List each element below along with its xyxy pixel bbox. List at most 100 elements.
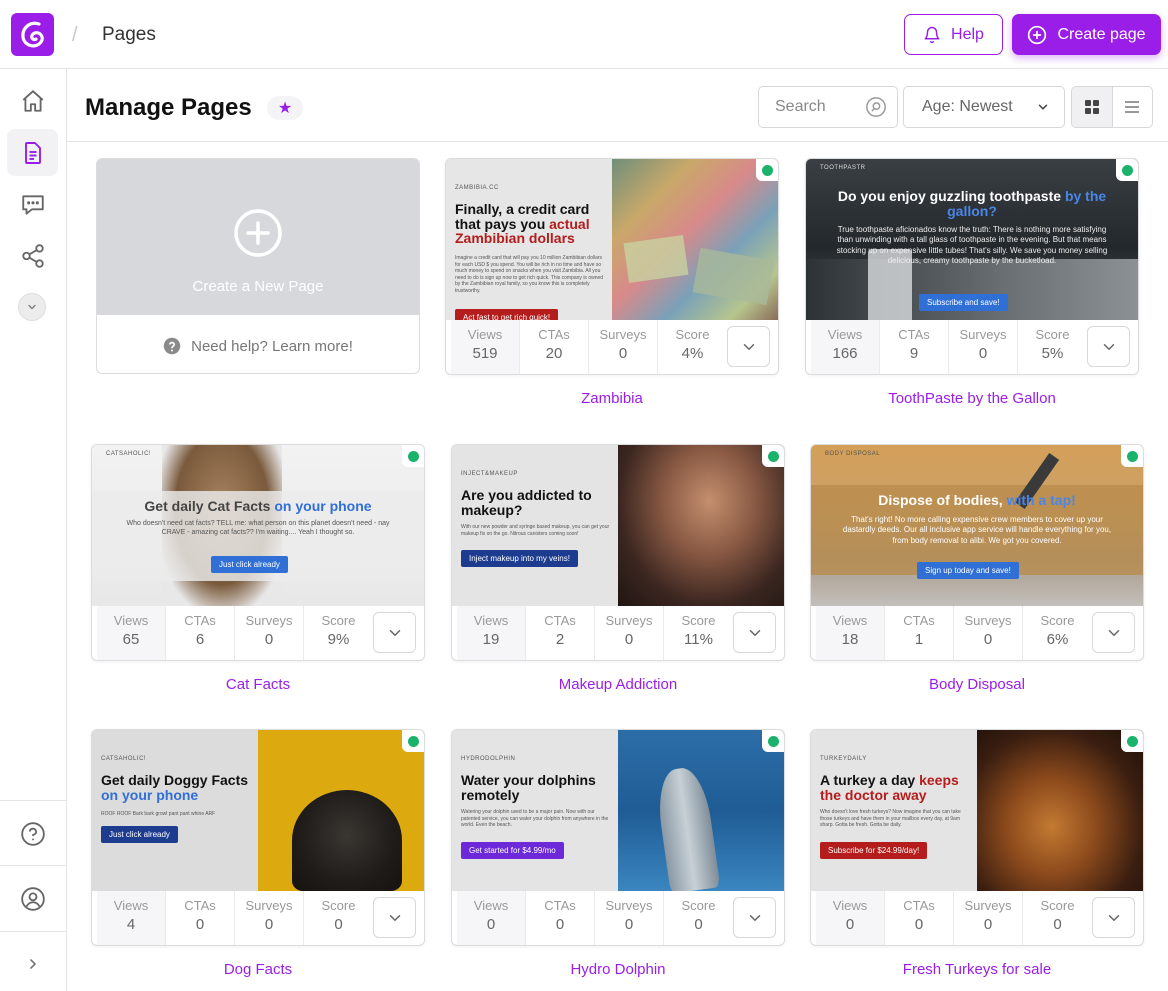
card-menu-button[interactable] [733, 897, 776, 938]
sidebar-item-home[interactable] [7, 77, 58, 124]
page-card[interactable]: ZAMBIBIA.CC Finally, a credit card that … [445, 158, 779, 375]
card-menu-button[interactable] [727, 326, 770, 367]
top-bar: / Pages Help Create page [0, 0, 1168, 69]
thumb-headline-a: Water your dolphins remotely [461, 772, 596, 803]
stat-label: Surveys [959, 327, 1007, 342]
page-name-link[interactable]: Fresh Turkeys for sale [810, 961, 1144, 978]
page-name-link[interactable]: Zambibia [445, 390, 779, 407]
page-thumbnail[interactable]: INJECT&MAKEUP Are you addicted to makeup… [452, 445, 784, 606]
stat-value: 0 [845, 916, 855, 933]
help-button[interactable]: Help [904, 14, 1003, 55]
card-menu-button[interactable] [1087, 326, 1130, 367]
thumb-brand: CATSAHOLIC! [101, 756, 147, 762]
page-card[interactable]: HYDRODOLPHIN Water your dolphins remotel… [451, 729, 785, 946]
page-thumbnail[interactable]: TOOTHPASTR Do you enjoy guzzling toothpa… [806, 159, 1138, 320]
pug-shape [292, 790, 402, 891]
stat-value: 4 [126, 916, 136, 933]
thumb-headline: Dispose of bodies, with a tap! [827, 493, 1127, 508]
sidebar [0, 69, 67, 991]
page-stats: Views 65 CTAs 6 Surveys 0 Score 9% [92, 606, 424, 660]
list-view-button[interactable] [1113, 87, 1153, 127]
status-indicator [762, 445, 784, 467]
page-thumbnail[interactable]: BODY DISPOSAL Dispose of bodies, with a … [811, 445, 1143, 606]
page-card[interactable]: CATSAHOLIC! Get daily Cat Facts on your … [91, 444, 425, 661]
chevron-right-icon [29, 958, 36, 969]
page-name-link[interactable]: Dog Facts [91, 961, 425, 978]
sidebar-item-comments[interactable] [7, 181, 58, 228]
create-new-page-label: Create a New Page [192, 278, 324, 295]
sort-select[interactable]: Age: Newest [903, 86, 1065, 128]
page-thumbnail[interactable]: CATSAHOLIC! Get daily Doggy Facts on you… [92, 730, 424, 891]
page-name-link[interactable]: Hydro Dolphin [451, 961, 785, 978]
page-name-link[interactable]: Makeup Addiction [451, 676, 785, 693]
page-thumbnail[interactable]: HYDRODOLPHIN Water your dolphins remotel… [452, 730, 784, 891]
stat-value: 0 [486, 916, 496, 933]
stat-label: Surveys [605, 613, 653, 628]
page-thumbnail[interactable]: ZAMBIBIA.CC Finally, a credit card that … [446, 159, 778, 320]
bell-icon [924, 26, 940, 43]
stat-value: 0 [264, 916, 274, 933]
sidebar-more-button[interactable] [18, 293, 46, 321]
card-menu-button[interactable] [1092, 612, 1135, 653]
status-indicator [1116, 159, 1138, 181]
share-icon [21, 243, 44, 268]
sidebar-item-support[interactable] [7, 810, 58, 857]
status-indicator [1121, 445, 1143, 467]
stat-value: 20 [545, 345, 563, 362]
page-thumbnail[interactable]: TURKEYDAILY A turkey a day keeps the doc… [811, 730, 1143, 891]
page-stats: Views 166 CTAs 9 Surveys 0 Score 5% [806, 320, 1138, 374]
status-indicator [402, 730, 424, 752]
create-page-button[interactable]: Create page [1012, 14, 1161, 55]
grid-icon [1084, 100, 1099, 114]
stat-views: Views 65 [97, 606, 166, 660]
search-input[interactable]: Search [758, 86, 898, 128]
thumb-body: Who doesn't need cat facts? TELL me: wha… [126, 520, 390, 537]
thumb-body: True toothpaste aficionados know the tru… [836, 225, 1108, 266]
card-menu-button[interactable] [373, 897, 416, 938]
thumb-headline-a: Dispose of bodies, [878, 492, 1003, 508]
status-indicator [762, 730, 784, 752]
grid-view-button[interactable] [1072, 87, 1113, 127]
page-card[interactable]: BODY DISPOSAL Dispose of bodies, with a … [810, 444, 1144, 661]
page-name-link[interactable]: Body Disposal [810, 676, 1144, 693]
stat-value: 0 [195, 916, 205, 933]
page-card[interactable]: TOOTHPASTR Do you enjoy guzzling toothpa… [805, 158, 1139, 375]
sidebar-item-pages[interactable] [7, 129, 58, 176]
logo-icon[interactable] [11, 13, 54, 56]
stat-value: 1 [914, 631, 924, 648]
sidebar-expand-button[interactable] [7, 940, 58, 987]
learn-more-link[interactable]: Need help? Learn more! [97, 337, 419, 355]
page-name-link[interactable]: ToothPaste by the Gallon [805, 390, 1139, 407]
page-thumbnail[interactable]: CATSAHOLIC! Get daily Cat Facts on your … [92, 445, 424, 606]
stat-label: CTAs [184, 898, 216, 913]
create-new-page-card[interactable]: Create a New Page Need help? Learn more! [96, 158, 420, 374]
stat-ctas: CTAs 0 [166, 891, 235, 945]
sort-select-value: Age: Newest [922, 98, 1013, 115]
favorite-star-icon[interactable]: ★ [267, 96, 303, 120]
stat-surveys: Surveys 0 [954, 606, 1023, 660]
page-card[interactable]: TURKEYDAILY A turkey a day keeps the doc… [810, 729, 1144, 946]
card-menu-button[interactable] [733, 612, 776, 653]
status-dot [1126, 450, 1138, 462]
create-new-page-area[interactable]: Create a New Page [97, 159, 419, 315]
chevron-down-icon [749, 629, 760, 636]
stat-value: 6% [1046, 631, 1069, 648]
sidebar-item-account[interactable] [7, 875, 58, 922]
stat-ctas: CTAs 20 [520, 320, 589, 374]
card-menu-button[interactable] [373, 612, 416, 653]
learn-more-label: Need help? Learn more! [191, 337, 353, 355]
sidebar-divider [0, 865, 67, 866]
stat-surveys: Surveys 0 [589, 320, 658, 374]
page-card[interactable]: CATSAHOLIC! Get daily Doggy Facts on you… [91, 729, 425, 946]
status-dot [1121, 164, 1133, 176]
card-menu-button[interactable] [1092, 897, 1135, 938]
thumb-headline: Finally, a credit card that pays you act… [455, 202, 605, 246]
page-name-link[interactable]: Cat Facts [91, 676, 425, 693]
document-icon [24, 141, 41, 164]
thumb-headline-a: A turkey a day [820, 772, 916, 788]
sidebar-item-share[interactable] [7, 232, 58, 279]
stat-value: 0 [694, 916, 703, 933]
stat-ctas: CTAs 2 [526, 606, 595, 660]
chevron-down-icon [1038, 104, 1048, 110]
page-card[interactable]: INJECT&MAKEUP Are you addicted to makeup… [451, 444, 785, 661]
